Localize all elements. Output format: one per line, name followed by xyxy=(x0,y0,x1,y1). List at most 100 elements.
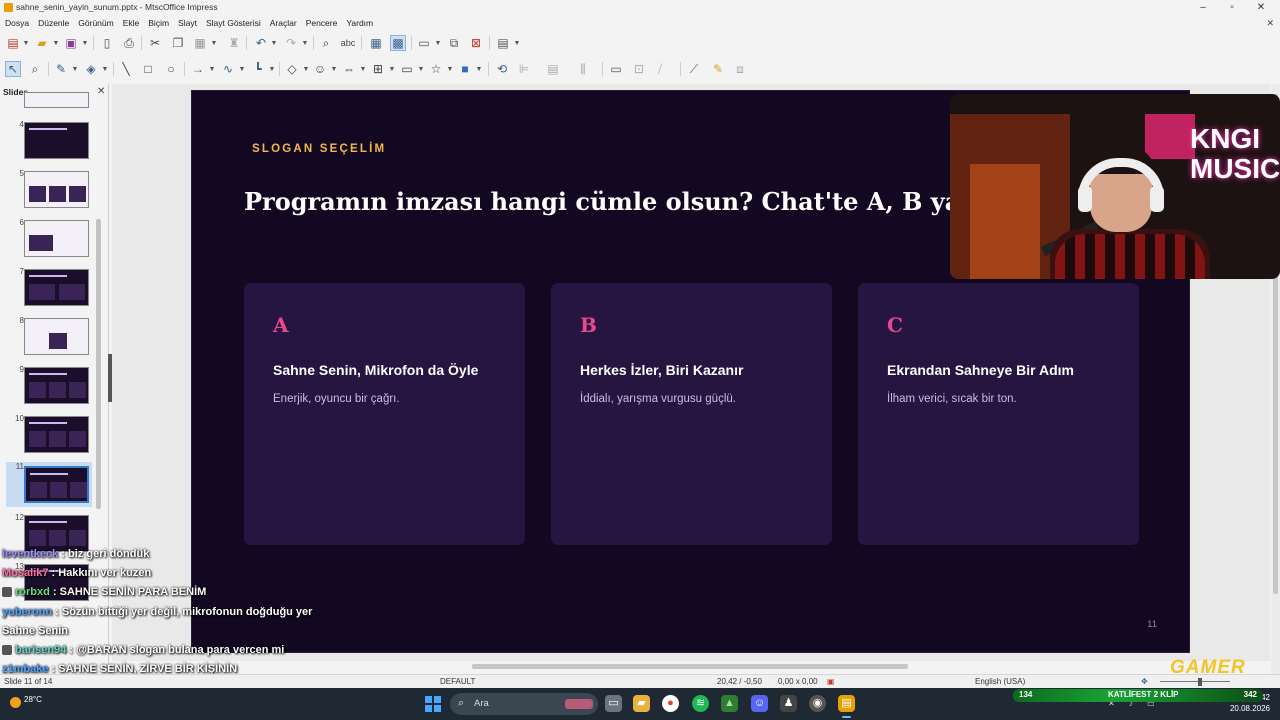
rotate-icon[interactable]: ⟲ xyxy=(494,61,510,77)
option-card-b[interactable]: B Herkes İzler, Biri Kazanır İddialı, ya… xyxy=(551,283,832,545)
game-launcher-icon[interactable]: ▲ xyxy=(721,695,738,712)
slide-thumbnail[interactable] xyxy=(0,92,100,110)
ellipse-icon[interactable]: ○ xyxy=(163,61,179,77)
chevron-down-icon[interactable]: ▼ xyxy=(52,35,60,51)
cut-icon[interactable]: ✂ xyxy=(147,35,163,51)
glue-points-icon[interactable]: ✎ xyxy=(710,61,726,77)
document-modified-icon[interactable]: ▣ xyxy=(827,677,835,686)
chevron-down-icon[interactable]: ▼ xyxy=(238,61,246,77)
zoom-icon[interactable]: ⌕ xyxy=(27,61,43,77)
weather-temp[interactable]: 28°C xyxy=(24,695,42,704)
chevron-down-icon[interactable]: ▼ xyxy=(446,61,454,77)
menu-slayt[interactable]: Slayt xyxy=(178,18,197,28)
new-slide-icon[interactable]: ⧉ xyxy=(446,35,462,51)
option-card-c[interactable]: C Ekrandan Sahneye Bir Adım İlham verici… xyxy=(858,283,1139,545)
redo-icon[interactable]: ↷ xyxy=(283,35,299,51)
discord-icon[interactable]: ☺ xyxy=(751,695,768,712)
crop-icon[interactable]: ⊡ xyxy=(631,61,647,77)
curve-icon[interactable]: ∿ xyxy=(220,61,236,77)
helplines-icon[interactable]: ▩ xyxy=(390,35,406,51)
close-icon[interactable]: ✕ xyxy=(1254,1,1268,14)
delete-slide-icon[interactable]: ⊠ xyxy=(468,35,484,51)
close-document-icon[interactable]: ✕ xyxy=(1266,18,1274,29)
line-color-icon[interactable]: ✎ xyxy=(53,61,69,77)
slide-thumbnail-selected[interactable]: 11 xyxy=(6,462,92,507)
master-slide-status[interactable]: DEFAULT xyxy=(440,677,475,686)
stars-icon[interactable]: ☆ xyxy=(428,61,444,77)
grid-icon[interactable]: ▦ xyxy=(368,35,384,51)
insert-text-box-icon[interactable]: ▭ xyxy=(416,35,432,51)
chevron-down-icon[interactable]: ▼ xyxy=(210,35,218,51)
chevron-down-icon[interactable]: ▼ xyxy=(22,35,30,51)
zoom-slider-handle[interactable] xyxy=(1198,678,1202,686)
app-icon[interactable]: ♟ xyxy=(780,695,797,712)
rectangle-icon[interactable]: □ xyxy=(140,61,156,77)
chevron-down-icon[interactable]: ▼ xyxy=(330,61,338,77)
toggle-extrusion-icon[interactable]: ⧈ xyxy=(732,61,748,77)
chevron-down-icon[interactable]: ▼ xyxy=(388,61,396,77)
spelling-icon[interactable]: abc xyxy=(340,35,356,51)
chevron-down-icon[interactable]: ▼ xyxy=(417,61,425,77)
obs-icon[interactable]: ◉ xyxy=(809,695,826,712)
slide-thumbnail[interactable]: 4 xyxy=(0,120,100,164)
start-button[interactable] xyxy=(425,696,441,712)
paste-icon[interactable]: ▦ xyxy=(192,35,208,51)
line-icon[interactable]: ╲ xyxy=(118,61,134,77)
menu-slayt-gosterisi[interactable]: Slayt Gösterisi xyxy=(206,18,261,28)
slide-thumbnail[interactable]: 7 xyxy=(0,267,100,311)
slide-thumbnail[interactable]: 5 xyxy=(0,169,100,213)
save-icon[interactable]: ▣ xyxy=(63,35,79,51)
menu-pencere[interactable]: Pencere xyxy=(306,18,338,28)
new-document-icon[interactable]: ▤ xyxy=(5,35,21,51)
connector-icon[interactable]: ┗ xyxy=(250,61,266,77)
3d-objects-icon[interactable]: ■ xyxy=(457,61,473,77)
slide-thumbnail[interactable]: 9 xyxy=(0,365,100,409)
flowchart-icon[interactable]: ⊞ xyxy=(370,61,386,77)
file-explorer-icon[interactable]: ▰ xyxy=(633,695,650,712)
chevron-down-icon[interactable]: ▼ xyxy=(434,35,442,51)
slide-thumbnail[interactable]: 10 xyxy=(0,414,100,458)
fill-color-icon[interactable]: ◈ xyxy=(83,61,99,77)
option-card-a[interactable]: A Sahne Senin, Mikrofon da Öyle Enerjik,… xyxy=(244,283,525,545)
points-icon[interactable]: ⟋ xyxy=(686,61,702,77)
menu-bicim[interactable]: Biçim xyxy=(148,18,169,28)
menu-yardim[interactable]: Yardım xyxy=(346,18,373,28)
copy-icon[interactable]: ❐ xyxy=(170,35,186,51)
chevron-down-icon[interactable]: ▼ xyxy=(208,61,216,77)
basic-shapes-icon[interactable]: ◇ xyxy=(284,61,300,77)
menu-duzenle[interactable]: Düzenle xyxy=(38,18,69,28)
filter-icon[interactable]: ⧸ xyxy=(652,61,668,77)
chevron-down-icon[interactable]: ▼ xyxy=(475,61,483,77)
slide-thumbnail[interactable]: 8 xyxy=(0,316,100,360)
export-pdf-icon[interactable]: ▯ xyxy=(99,35,115,51)
chevron-down-icon[interactable]: ▼ xyxy=(268,61,276,77)
menu-gorunum[interactable]: Görünüm xyxy=(78,18,113,28)
horizontal-scrollbar[interactable] xyxy=(472,664,908,669)
open-folder-icon[interactable]: ▰ xyxy=(34,35,50,51)
print-icon[interactable]: ⎙ xyxy=(121,35,137,51)
undo-icon[interactable]: ↶ xyxy=(253,35,269,51)
language-status[interactable]: English (USA) xyxy=(975,677,1025,686)
fit-slide-icon[interactable]: ✥ xyxy=(1141,677,1148,686)
shadow-icon[interactable]: ▭ xyxy=(608,61,624,77)
align-objects-icon[interactable]: ⊫ xyxy=(516,61,532,77)
minimize-icon[interactable]: – xyxy=(1196,1,1210,14)
slide-layout-icon[interactable]: ▤ xyxy=(495,35,511,51)
block-arrows-icon[interactable]: ⇔ xyxy=(341,61,357,77)
chevron-down-icon[interactable]: ▼ xyxy=(302,61,310,77)
menu-dosya[interactable]: Dosya xyxy=(5,18,29,28)
distribute-icon[interactable]: ⫼ xyxy=(575,61,591,77)
chevron-down-icon[interactable]: ▼ xyxy=(81,35,89,51)
slide-kicker[interactable]: SLOGAN SEÇELİM xyxy=(252,143,386,155)
arrange-icon[interactable]: ▤ xyxy=(545,61,561,77)
slides-pane-scrollbar[interactable] xyxy=(96,219,101,509)
maximize-icon[interactable]: ▫ xyxy=(1225,1,1239,14)
symbol-shapes-icon[interactable]: ☺ xyxy=(312,61,328,77)
chevron-down-icon[interactable]: ▼ xyxy=(101,61,109,77)
chevron-down-icon[interactable]: ▼ xyxy=(270,35,278,51)
find-replace-icon[interactable]: ⌕ xyxy=(318,35,334,51)
slide-heading[interactable]: Programın imzası hangi cümle olsun? Chat… xyxy=(244,187,1001,216)
select-arrow-icon[interactable]: ↖ xyxy=(5,61,21,77)
chrome-icon[interactable]: ● xyxy=(662,695,679,712)
task-view-icon[interactable]: ▭ xyxy=(605,695,622,712)
